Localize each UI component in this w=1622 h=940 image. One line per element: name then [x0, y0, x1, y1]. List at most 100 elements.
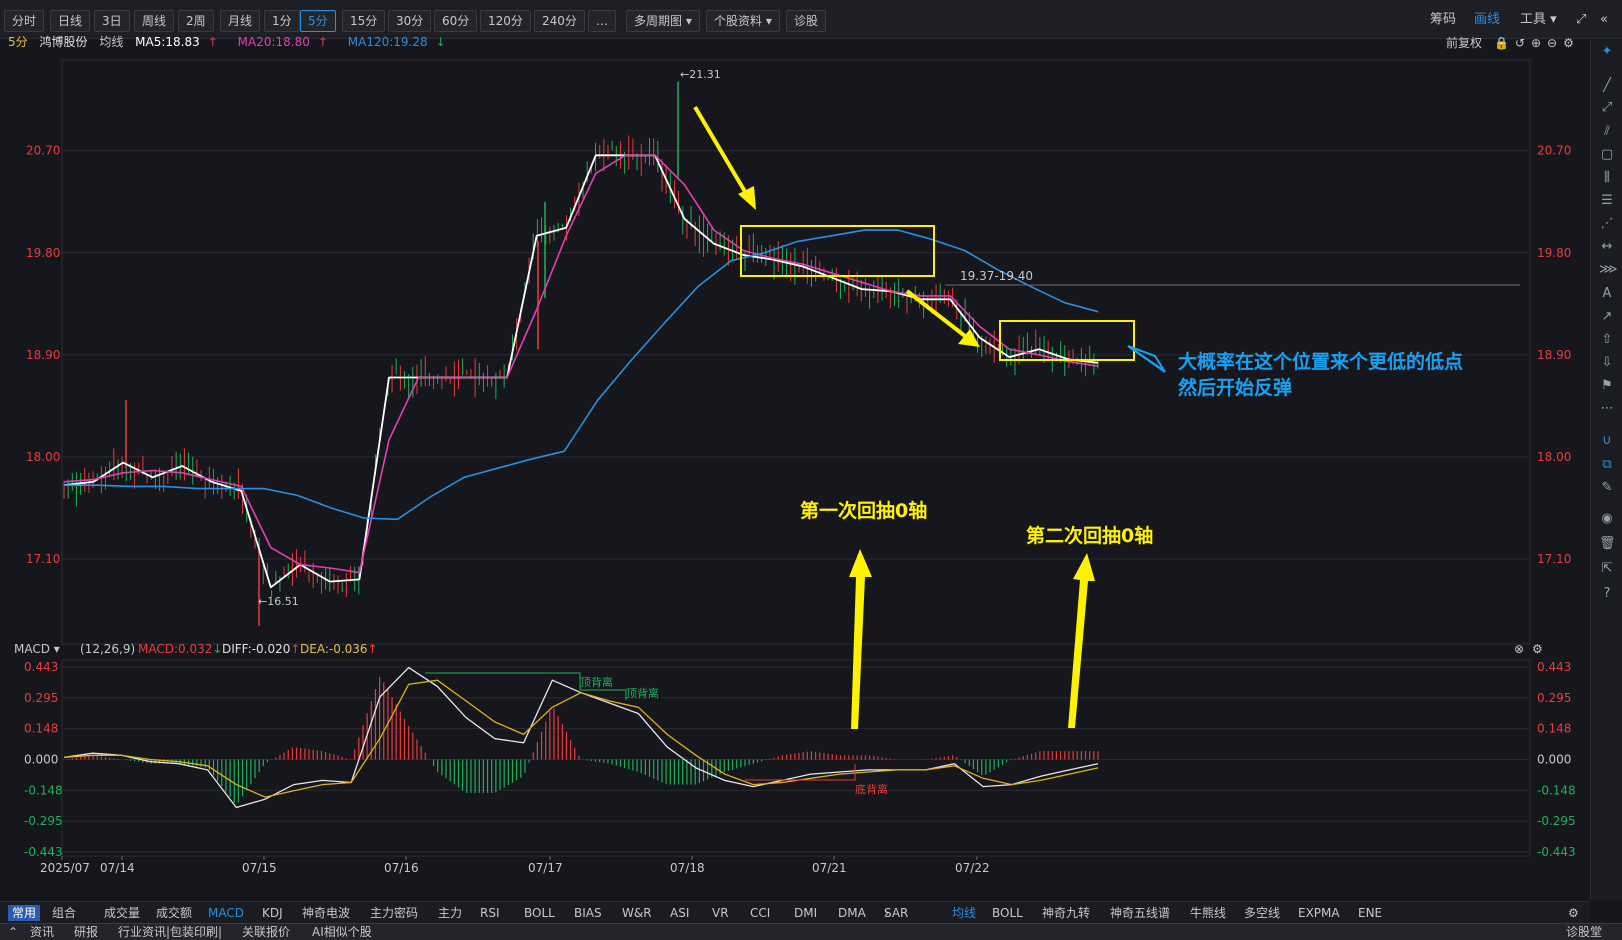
ray-tool-icon[interactable]: ⤢ — [1599, 100, 1615, 116]
macd-axis-right: 0.443 0.295 0.148 0.000 -0.148 -0.295 -0.443 — [1537, 660, 1576, 859]
text-tool-icon[interactable]: A — [1599, 286, 1615, 302]
period-button-14[interactable]: 多周期图 ▾ — [626, 10, 700, 32]
macd-tick-left: 0.295 — [24, 691, 58, 705]
indicator-tab-7[interactable]: RSI — [480, 905, 500, 921]
overlay-tab-5[interactable]: 多空线 — [1244, 905, 1280, 921]
indicator-tab-13[interactable]: CCI — [750, 905, 770, 921]
copy-icon[interactable]: ⧉ — [1599, 457, 1615, 473]
time-label: 07/18 — [670, 861, 705, 875]
level-tool-icon[interactable]: ☰ — [1599, 193, 1615, 209]
adjust-label[interactable]: 前复权 — [1446, 33, 1482, 53]
period-button-1[interactable]: 日线 — [50, 10, 91, 32]
indicator-tab-9[interactable]: BIAS — [574, 905, 602, 921]
macd-close-icon[interactable]: ⊗ — [1514, 642, 1524, 656]
price-chart[interactable]: 17.10 18.00 18.90 19.80 20.70 17.10 18.00 18.9… — [0, 52, 1586, 900]
drawing-toolbar: ✦ ╱ ⤢ ⫽ ▢ ⫼ ☰ ⋰ ↔ ⋙ A ↗ ⇧ ⇩ ⚑ ⋯ ∪ ⧉ ✎ ◉ … — [1590, 40, 1622, 900]
period-button-6[interactable]: 1分 — [264, 10, 300, 32]
stock-name[interactable]: 鸿博股份 — [39, 35, 87, 49]
period-button-15[interactable]: 个股资料 ▾ — [706, 10, 780, 32]
overlay-tab-3[interactable]: 神奇五线谱 — [1110, 905, 1170, 921]
draw-button[interactable]: 画线 — [1474, 10, 1500, 30]
help-icon[interactable]: ? — [1599, 586, 1615, 602]
pin-icon[interactable]: ✦ — [1599, 44, 1615, 60]
period-button-12[interactable]: 240分 — [534, 10, 585, 32]
period-button-2[interactable]: 3日 — [94, 10, 130, 32]
tools-button[interactable]: 工具 ▾ — [1520, 10, 1557, 30]
more-tools-icon[interactable]: ⋯ — [1599, 401, 1615, 417]
eye-icon[interactable]: ◉ — [1599, 511, 1615, 527]
fan-tool-icon[interactable]: ⋰ — [1599, 216, 1615, 232]
magnet-icon[interactable]: ∪ — [1599, 433, 1615, 449]
indicator-tab-2[interactable]: MACD — [208, 905, 244, 921]
macd-tick-right: 0.443 — [1537, 660, 1571, 674]
indicator-tab-11[interactable]: ASI — [670, 905, 689, 921]
tabs-next-icon[interactable]: › — [884, 905, 889, 921]
overlay-tab-7[interactable]: ENE — [1358, 905, 1382, 921]
fib-tool-icon[interactable]: ⫼ — [1599, 170, 1615, 186]
macd-settings-icon[interactable]: ⚙ — [1532, 642, 1543, 656]
up-mark-icon[interactable]: ⇧ — [1599, 332, 1615, 348]
indicator-tab-5[interactable]: 主力密码 — [370, 905, 418, 921]
bottom-tab-3[interactable]: 关联报价 — [242, 924, 290, 940]
period-button-4[interactable]: 2周 — [178, 10, 214, 32]
bottom-tab-4[interactable]: AI相似个股 — [312, 924, 372, 940]
rect-tool-icon[interactable]: ▢ — [1599, 147, 1615, 163]
bottom-tab-0[interactable]: 资讯 — [30, 924, 54, 940]
overlay-tab-0[interactable]: 均线 — [952, 905, 976, 921]
bottom-tab-2[interactable]: 行业资讯|包装印刷| — [118, 924, 222, 940]
arrow-tool-icon[interactable]: ↗ — [1599, 309, 1615, 325]
indicator-tab-14[interactable]: DMI — [794, 905, 817, 921]
indicator-tab-1[interactable]: 成交额 — [156, 905, 192, 921]
time-label: 2025/07 — [40, 861, 90, 875]
flag-tool-icon[interactable]: ⚑ — [1599, 378, 1615, 394]
tab-combo[interactable]: 组合 — [52, 905, 76, 921]
channel-tool-icon[interactable]: ⫽ — [1599, 124, 1615, 140]
tabs-settings-icon[interactable]: ⚙ — [1568, 905, 1579, 921]
overlay-tab-4[interactable]: 牛熊线 — [1190, 905, 1226, 921]
tab-common[interactable]: 常用 — [8, 905, 41, 921]
period-button-3[interactable]: 周线 — [134, 10, 175, 32]
gann-tool-icon[interactable]: ⋙ — [1599, 262, 1618, 278]
indicator-tab-8[interactable]: BOLL — [524, 905, 555, 921]
fullscreen-icon[interactable]: ⤢ — [1576, 10, 1586, 30]
diff-value: DIFF:-0.020↑ — [222, 642, 300, 656]
period-button-9[interactable]: 30分 — [388, 10, 432, 32]
bottom-tab-5[interactable]: 诊股堂 — [1566, 924, 1602, 940]
down-mark-icon[interactable]: ⇩ — [1599, 355, 1615, 371]
edit-icon[interactable]: ✎ — [1599, 480, 1615, 496]
overlay-tab-6[interactable]: EXPMA — [1298, 905, 1340, 921]
line-tool-icon[interactable]: ╱ — [1599, 78, 1615, 94]
indicator-tab-0[interactable]: 成交量 — [104, 905, 140, 921]
indicator-tab-12[interactable]: VR — [712, 905, 729, 921]
chips-button[interactable]: 筹码 — [1430, 10, 1456, 30]
indicator-tab-3[interactable]: KDJ — [262, 905, 283, 921]
measure-tool-icon[interactable]: ↔ — [1599, 239, 1615, 255]
trash-icon[interactable]: 🗑 — [1599, 536, 1616, 552]
overlay-tab-2[interactable]: 神奇九转 — [1042, 905, 1090, 921]
chart-control-icons[interactable]: 🔒↺⊕⊖⚙ — [1494, 33, 1580, 53]
macd-tick-left: -0.148 — [24, 783, 63, 797]
period-button-7[interactable]: 5分 — [300, 10, 336, 32]
period-button-10[interactable]: 60分 — [434, 10, 478, 32]
indicator-tab-6[interactable]: 主力 — [438, 905, 462, 921]
period-button-16[interactable]: 诊股 — [786, 10, 827, 32]
price-tick-left: 17.10 — [26, 552, 60, 566]
period-button-13[interactable]: … — [588, 10, 616, 32]
period-button-8[interactable]: 15分 — [342, 10, 386, 32]
macd-name[interactable]: MACD ▾ — [14, 642, 60, 656]
period-button-5[interactable]: 月线 — [220, 10, 261, 32]
ma5-value: MA5:18.83 ↑ — [135, 35, 218, 49]
price-tick-right: 18.90 — [1537, 348, 1571, 362]
tools-label: 工具 — [1520, 12, 1547, 27]
price-tick-left: 20.70 — [26, 144, 60, 158]
expand-panel-icon[interactable]: ⌃ — [8, 924, 18, 940]
indicator-tab-15[interactable]: DMA — [838, 905, 866, 921]
collapse-icon[interactable]: « — [1600, 10, 1608, 30]
overlay-tab-1[interactable]: BOLL — [992, 905, 1023, 921]
indicator-tab-10[interactable]: W&R — [622, 905, 652, 921]
period-button-0[interactable]: 分时 — [4, 10, 45, 32]
indicator-tab-4[interactable]: 神奇电波 — [302, 905, 350, 921]
share-icon[interactable]: ⇱ — [1599, 561, 1615, 577]
bottom-tab-1[interactable]: 研报 — [74, 924, 98, 940]
period-button-11[interactable]: 120分 — [480, 10, 531, 32]
